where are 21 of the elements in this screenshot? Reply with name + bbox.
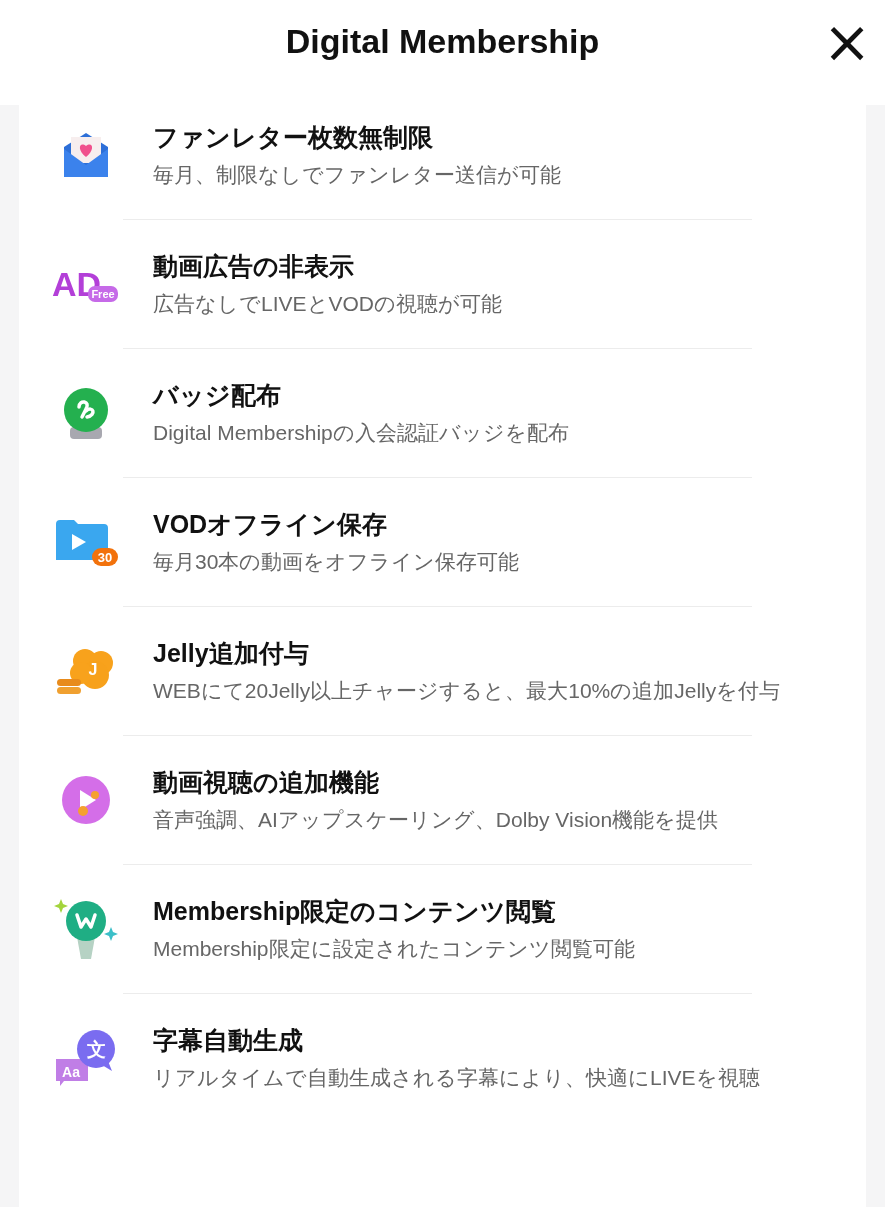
benefit-title: Membership限定のコンテンツ閲覧 <box>153 896 558 927</box>
benefit-description: リアルタイムで自動生成される字幕により、快適にLIVEを視聴 <box>153 1065 760 1091</box>
benefit-description: 毎月30本の動画をオフライン保存可能 <box>153 549 520 575</box>
close-button[interactable]: × <box>821 16 873 68</box>
benefit-title: VODオフライン保存 <box>153 509 389 540</box>
benefit-title: ファンレター枚数無制限 <box>153 122 434 153</box>
benefit-description: 広告なしでLIVEとVODの視聴が可能 <box>153 291 503 317</box>
lightstick-icon <box>53 897 119 961</box>
benefit-description: WEBにて20Jelly以上チャージすると、最大10%の追加Jellyを付与 <box>153 678 781 704</box>
benefit-title: 動画広告の非表示 <box>153 251 355 282</box>
play-circle-icon <box>61 775 111 825</box>
benefit-description: 音声強調、AIアップスケーリング、Dolby Vision機能を提供 <box>153 807 719 833</box>
benefit-title: 字幕自動生成 <box>153 1025 304 1056</box>
benefit-title: 動画視聴の追加機能 <box>153 767 380 798</box>
benefit-title: Jelly追加付与 <box>153 638 310 669</box>
badge-globe-icon <box>61 385 111 441</box>
benefit-description: Membership限定に設定されたコンテンツ閲覧可能 <box>153 936 635 962</box>
benefit-title: バッジ配布 <box>153 380 282 411</box>
benefit-description: 毎月、制限なしでファンレター送信が可能 <box>153 162 561 188</box>
page-title: Digital Membership <box>285 22 600 61</box>
benefit-description: Digital Membershipの入会認証バッジを配布 <box>153 420 569 446</box>
